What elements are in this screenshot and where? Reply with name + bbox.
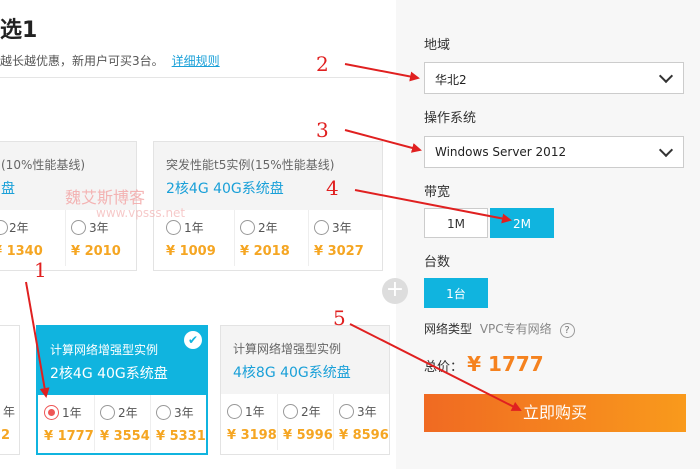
annotation-5: 5 — [333, 306, 346, 330]
arrow-5 — [349, 323, 522, 411]
annotation-2: 2 — [316, 52, 329, 76]
arrow-1 — [25, 281, 50, 398]
annotation-3: 3 — [316, 118, 329, 142]
arrow-4 — [354, 189, 512, 224]
annotation-1: 1 — [34, 258, 47, 282]
arrow-3 — [344, 129, 422, 153]
annotation-arrows — [25, 63, 522, 411]
arrow-2 — [344, 63, 420, 82]
annotation-4: 4 — [326, 176, 339, 200]
